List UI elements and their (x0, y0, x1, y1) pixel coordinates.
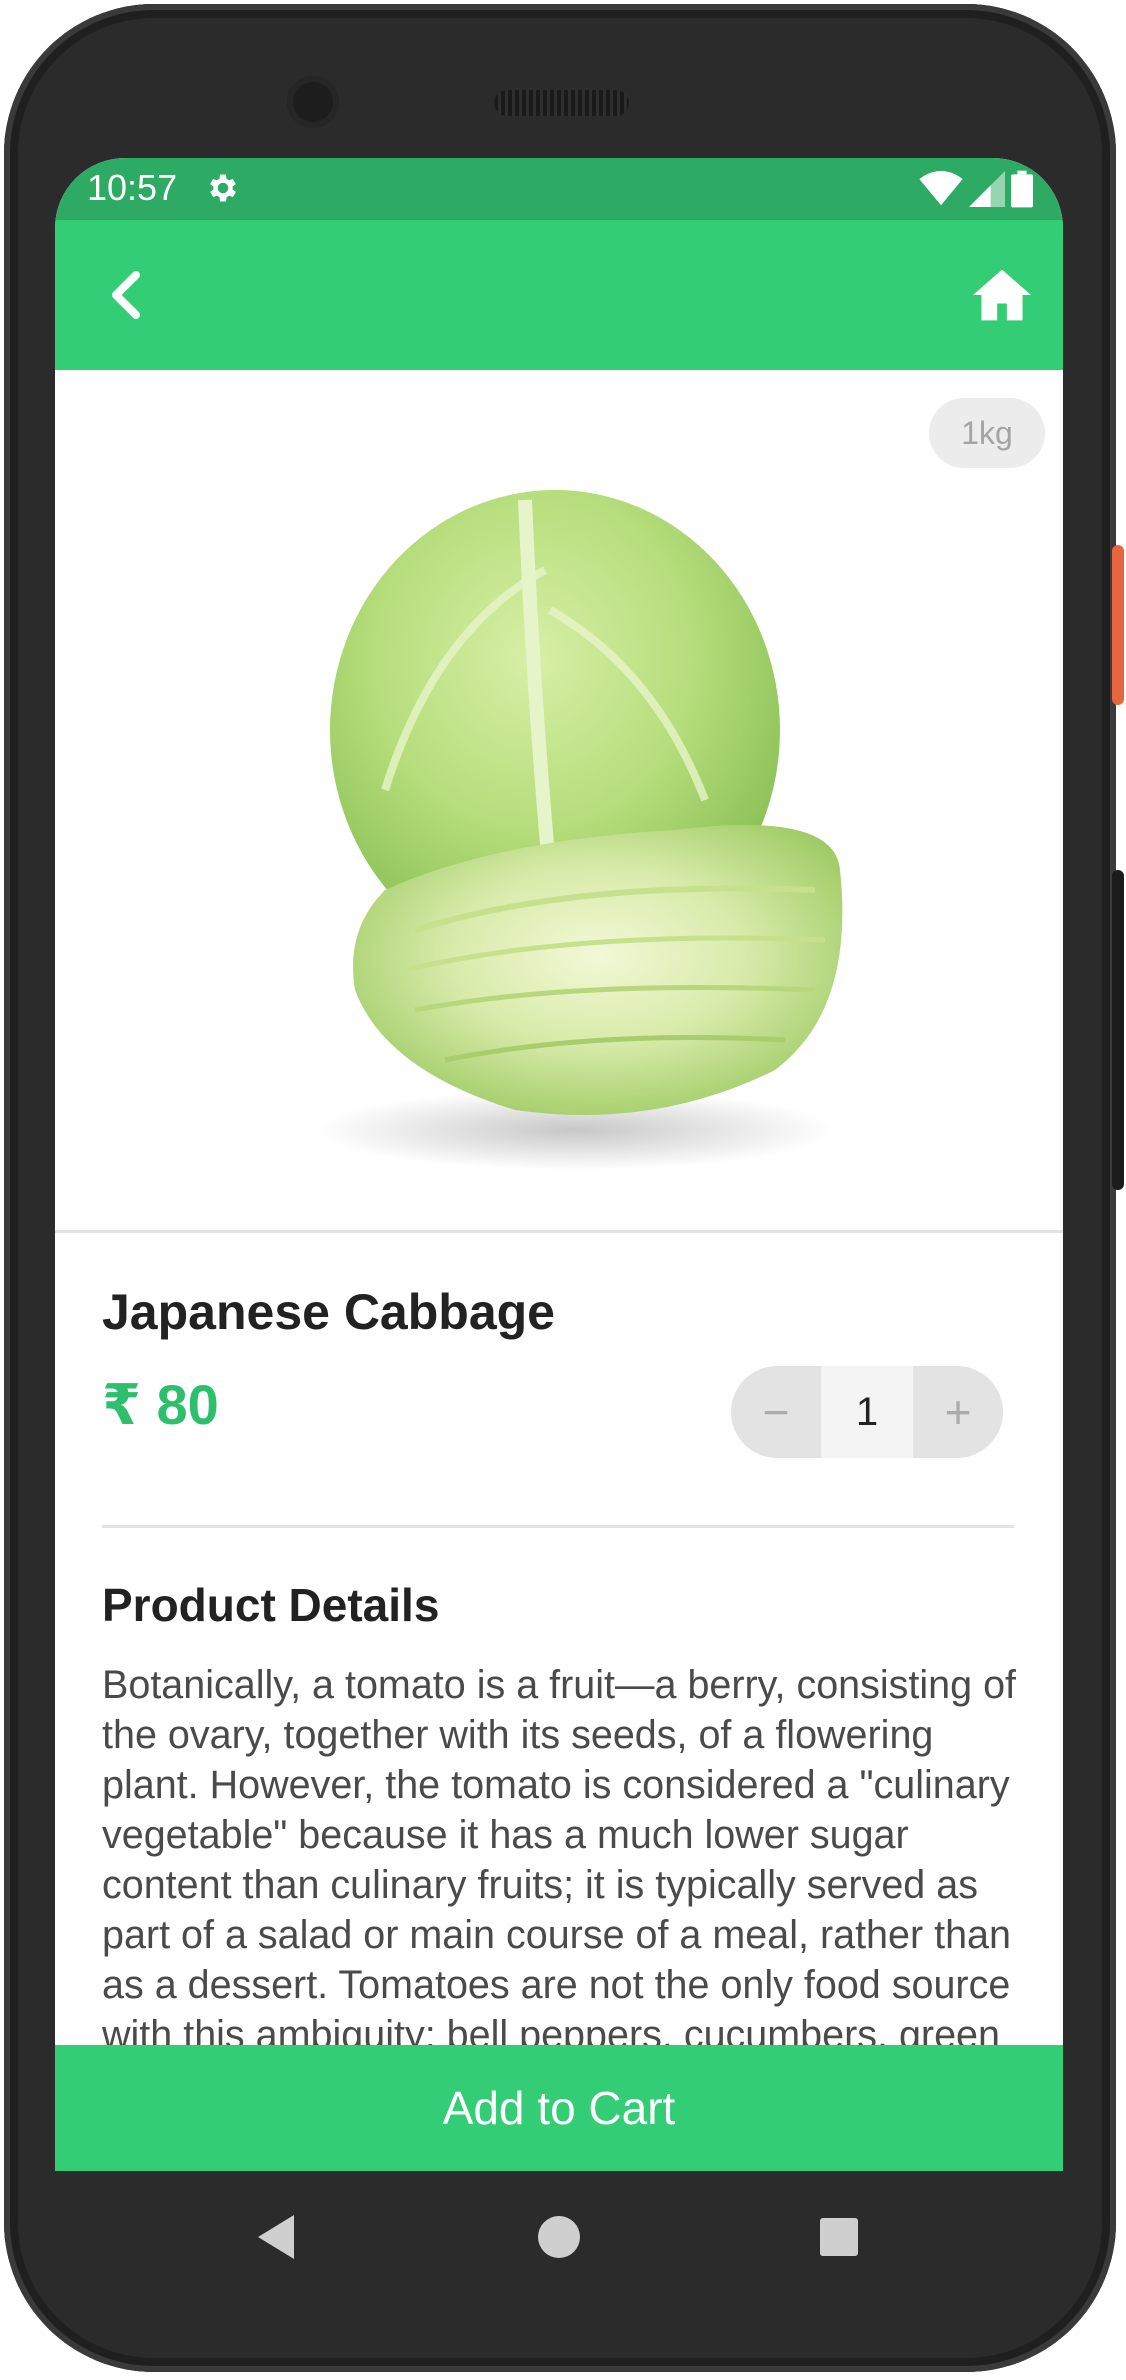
settings-gear-icon (210, 174, 236, 202)
status-time: 10:57 (87, 167, 178, 208)
volume-button (1112, 870, 1124, 1190)
home-icon (973, 269, 1031, 321)
wifi-icon (919, 171, 963, 206)
product-content: 1kg Japanese Cabbage ₹ 80 − 1 + Product … (55, 370, 1063, 2045)
front-camera (287, 76, 339, 128)
triangle-back-icon (258, 2215, 294, 2259)
decrement-button[interactable]: − (731, 1366, 821, 1458)
product-name: Japanese Cabbage (102, 1284, 555, 1340)
circle-home-icon (538, 2216, 580, 2258)
details-heading: Product Details (102, 1579, 440, 1631)
status-icons (919, 170, 1033, 208)
power-button (1112, 545, 1124, 705)
status-bar: 10:57 (55, 158, 1063, 220)
home-button[interactable] (967, 260, 1037, 330)
product-image: 1kg (55, 370, 1063, 1230)
nav-recents-button[interactable] (811, 2209, 867, 2265)
add-to-cart-button[interactable]: Add to Cart (55, 2045, 1063, 2171)
divider (102, 1525, 1014, 1528)
divider (55, 1230, 1063, 1233)
earpiece-speaker (494, 90, 629, 116)
chevron-left-icon (112, 271, 140, 319)
nav-back-button[interactable] (250, 2209, 306, 2265)
square-recents-icon (820, 2218, 858, 2256)
system-nav-bar (55, 2171, 1063, 2301)
weight-badge: 1kg (929, 398, 1045, 468)
cell-signal-icon (969, 171, 1005, 207)
details-text: Botanically, a tomato is a fruit—a berry… (102, 1663, 1017, 2045)
back-button[interactable] (91, 260, 161, 330)
product-price: ₹ 80 (102, 1373, 219, 1436)
increment-button[interactable]: + (913, 1366, 1003, 1458)
quantity-stepper: − 1 + (731, 1366, 1003, 1458)
battery-icon (1011, 170, 1033, 208)
quantity-value: 1 (821, 1366, 913, 1458)
cabbage-image (315, 490, 843, 1170)
app-screen: 10:57 1kg Japanese Cabbage ₹ 80 − 1 + Pr… (55, 158, 1063, 2171)
nav-home-button[interactable] (531, 2209, 587, 2265)
app-bar (55, 220, 1063, 370)
